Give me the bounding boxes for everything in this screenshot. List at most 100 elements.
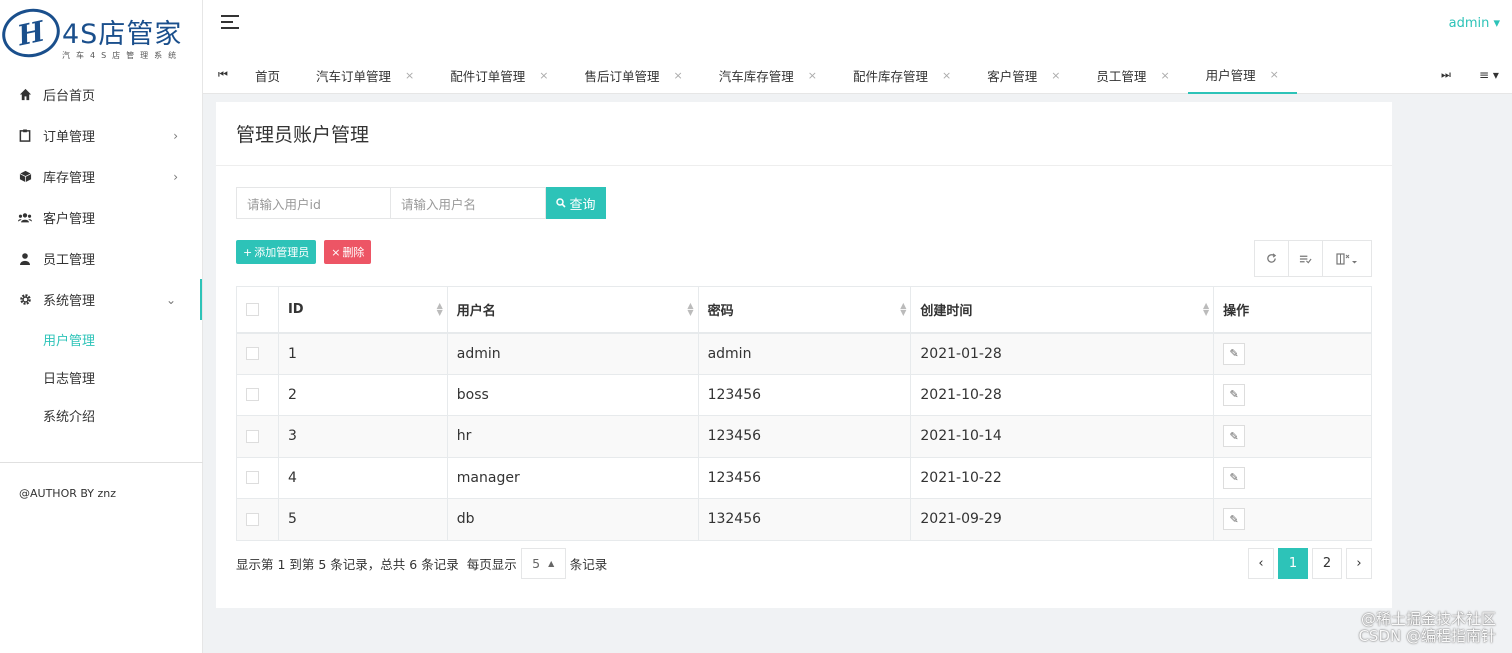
row-checkbox[interactable] (246, 388, 259, 402)
tab-users[interactable]: 用户管理 × (1187, 56, 1297, 94)
cell-id: 4 (277, 456, 448, 499)
close-icon[interactable]: × (1160, 69, 1169, 82)
cell-password: 123456 (697, 415, 912, 458)
edit-icon[interactable]: ✎ (1223, 342, 1246, 365)
page-button-1[interactable]: 1 (1278, 548, 1308, 579)
cell-password: admin (697, 332, 912, 375)
tab-car-inventory[interactable]: 汽车库存管理 × (701, 56, 835, 94)
close-icon[interactable]: × (808, 69, 817, 82)
search-button-label: 查询 (569, 197, 596, 213)
table-toolbar (1254, 240, 1372, 277)
page-button-2[interactable]: 2 (1312, 548, 1342, 579)
edit-icon[interactable]: ✎ (1223, 466, 1246, 489)
tab-home[interactable]: 首页 (237, 56, 298, 94)
tab-label: 售后订单管理 (584, 68, 660, 84)
username-input[interactable]: 请输入用户名 (391, 187, 546, 219)
columns-icon[interactable] (1323, 241, 1371, 276)
tab-car-orders[interactable]: 汽车订单管理 × (298, 56, 432, 94)
tabs-next-icon[interactable]: ⏭ (1441, 68, 1451, 82)
column-header-username[interactable]: 用户名 ▲ ▼ (446, 286, 699, 334)
column-header-label: 密码 (707, 303, 734, 319)
cell-password: 123456 (697, 456, 912, 499)
cell-id: 1 (277, 332, 448, 375)
close-icon[interactable]: × (942, 69, 951, 82)
sidebar-item-customers[interactable]: 客户管理 (0, 197, 202, 238)
admin-table: ID ▲ ▼ 用户名 ▲ ▼ 密码 ▲ ▼ 创建时间 ▲ ▼ 操作 1 admin admin … (236, 286, 1372, 541)
column-header-id[interactable]: ID ▲ ▼ (277, 286, 448, 334)
row-checkbox[interactable] (246, 347, 259, 360)
close-icon[interactable]: × (1270, 68, 1279, 81)
sidebar-item-home[interactable]: 后台首页 (0, 74, 202, 115)
cell-actions: ✎ (1213, 373, 1372, 416)
user-menu[interactable]: admin ▾ (1449, 16, 1500, 31)
edit-icon[interactable]: ✎ (1223, 508, 1246, 531)
tabs-bar: ⏮ 首页 汽车订单管理 × 配件订单管理 × 售后订单管理 × 汽车库存管理 × 配件库… (203, 56, 1512, 94)
search-button[interactable]: 查询 (546, 187, 606, 219)
column-header-actions: 操作 (1213, 286, 1372, 334)
row-checkbox[interactable] (246, 512, 259, 526)
page-title: 管理员账户管理 (216, 102, 1392, 166)
close-icon[interactable]: × (1051, 69, 1060, 82)
tab-label: 汽车订单管理 (316, 68, 392, 84)
column-header-label: 创建时间 (920, 303, 973, 319)
sort-icon: ▲ ▼ (1202, 301, 1210, 317)
close-icon[interactable]: × (405, 69, 414, 82)
add-admin-label: 添加管理员 (254, 246, 310, 259)
tab-label: 员工管理 (1096, 68, 1147, 84)
column-header-created[interactable]: 创建时间 ▲ ▼ (910, 286, 1215, 334)
sidebar-item-label: 员工管理 (43, 253, 96, 268)
column-header-password[interactable]: 密码 ▲ ▼ (697, 286, 912, 334)
cell-username: boss (446, 373, 699, 416)
submenu-item-logs[interactable]: 日志管理 (0, 358, 202, 396)
sidebar-item-label: 订单管理 (43, 130, 96, 145)
tabs-menu-icon[interactable]: ≡ ▾ (1479, 68, 1499, 82)
tabs-prev-icon[interactable]: ⏮ (218, 68, 228, 82)
tab-employees[interactable]: 员工管理 × (1078, 56, 1187, 94)
add-admin-button[interactable]: + 添加管理员 (236, 240, 317, 264)
close-icon[interactable]: × (539, 69, 548, 82)
sidebar-item-label: 客户管理 (43, 212, 96, 227)
cube-icon (18, 170, 32, 184)
table-row: 5 db 132456 2021-09-29 ✎ (236, 498, 1372, 541)
next-page-button[interactable]: › (1346, 548, 1372, 579)
select-all-checkbox[interactable] (246, 302, 259, 316)
sidebar-item-inventory[interactable]: 库存管理 › (0, 156, 202, 197)
close-icon[interactable]: × (674, 69, 683, 82)
author-credit: @AUTHOR BY znz (19, 487, 117, 500)
sidebar-item-system[interactable]: 系统管理 ⌄ (0, 279, 202, 320)
pagination-info: 显示第 1 到第 5 条记录，总共 6 条记录 每页显示 5 ▲ 条记录 (236, 548, 607, 579)
tab-label: 用户管理 (1205, 67, 1256, 83)
row-select-cell (236, 498, 279, 541)
tab-label: 首页 (255, 68, 281, 84)
tab-aftersale-orders[interactable]: 售后订单管理 × (566, 56, 700, 94)
record-summary: 显示第 1 到第 5 条记录，总共 6 条记录 (236, 557, 459, 572)
tab-parts-orders[interactable]: 配件订单管理 × (432, 56, 566, 94)
row-checkbox[interactable] (246, 471, 259, 485)
cell-username: db (446, 498, 699, 541)
tab-list: 首页 汽车订单管理 × 配件订单管理 × 售后订单管理 × 汽车库存管理 × 配件库存管… (237, 56, 1297, 94)
delete-button[interactable]: × 删除 (324, 240, 372, 264)
menu-toggle-icon[interactable] (221, 15, 239, 31)
watermark: @稀土掘金技术社区 CSDN @编程指南针 (1358, 611, 1496, 645)
prev-page-button[interactable]: ‹ (1248, 548, 1274, 579)
gear-icon (18, 293, 32, 307)
sort-icon: ▲ ▼ (900, 301, 907, 317)
user-id-input[interactable]: 请输入用户id (236, 187, 391, 219)
main-panel: 管理员账户管理 请输入用户id 请输入用户名 查询 + 添加管理员 × 删除 I… (216, 102, 1392, 608)
edit-icon[interactable]: ✎ (1223, 425, 1246, 448)
watermark-line-2: CSDN @编程指南针 (1358, 627, 1496, 645)
sidebar-item-employees[interactable]: 员工管理 (0, 238, 202, 279)
refresh-icon[interactable] (1255, 241, 1289, 276)
tab-label: 配件订单管理 (450, 68, 526, 84)
row-checkbox[interactable] (246, 429, 259, 443)
table-header-row: ID ▲ ▼ 用户名 ▲ ▼ 密码 ▲ ▼ 创建时间 ▲ ▼ 操作 (236, 286, 1372, 334)
edit-icon[interactable]: ✎ (1223, 383, 1246, 406)
toggle-view-icon[interactable] (1289, 241, 1323, 276)
per-page-suffix: 条记录 (569, 557, 608, 572)
submenu-item-users[interactable]: 用户管理 (0, 320, 202, 358)
sidebar-item-orders[interactable]: 订单管理 › (0, 115, 202, 156)
submenu-item-about[interactable]: 系统介绍 (0, 396, 202, 434)
tab-parts-inventory[interactable]: 配件库存管理 × (835, 56, 969, 94)
tab-customers[interactable]: 客户管理 × (969, 56, 1078, 94)
page-size-select[interactable]: 5 ▲ (520, 548, 566, 579)
